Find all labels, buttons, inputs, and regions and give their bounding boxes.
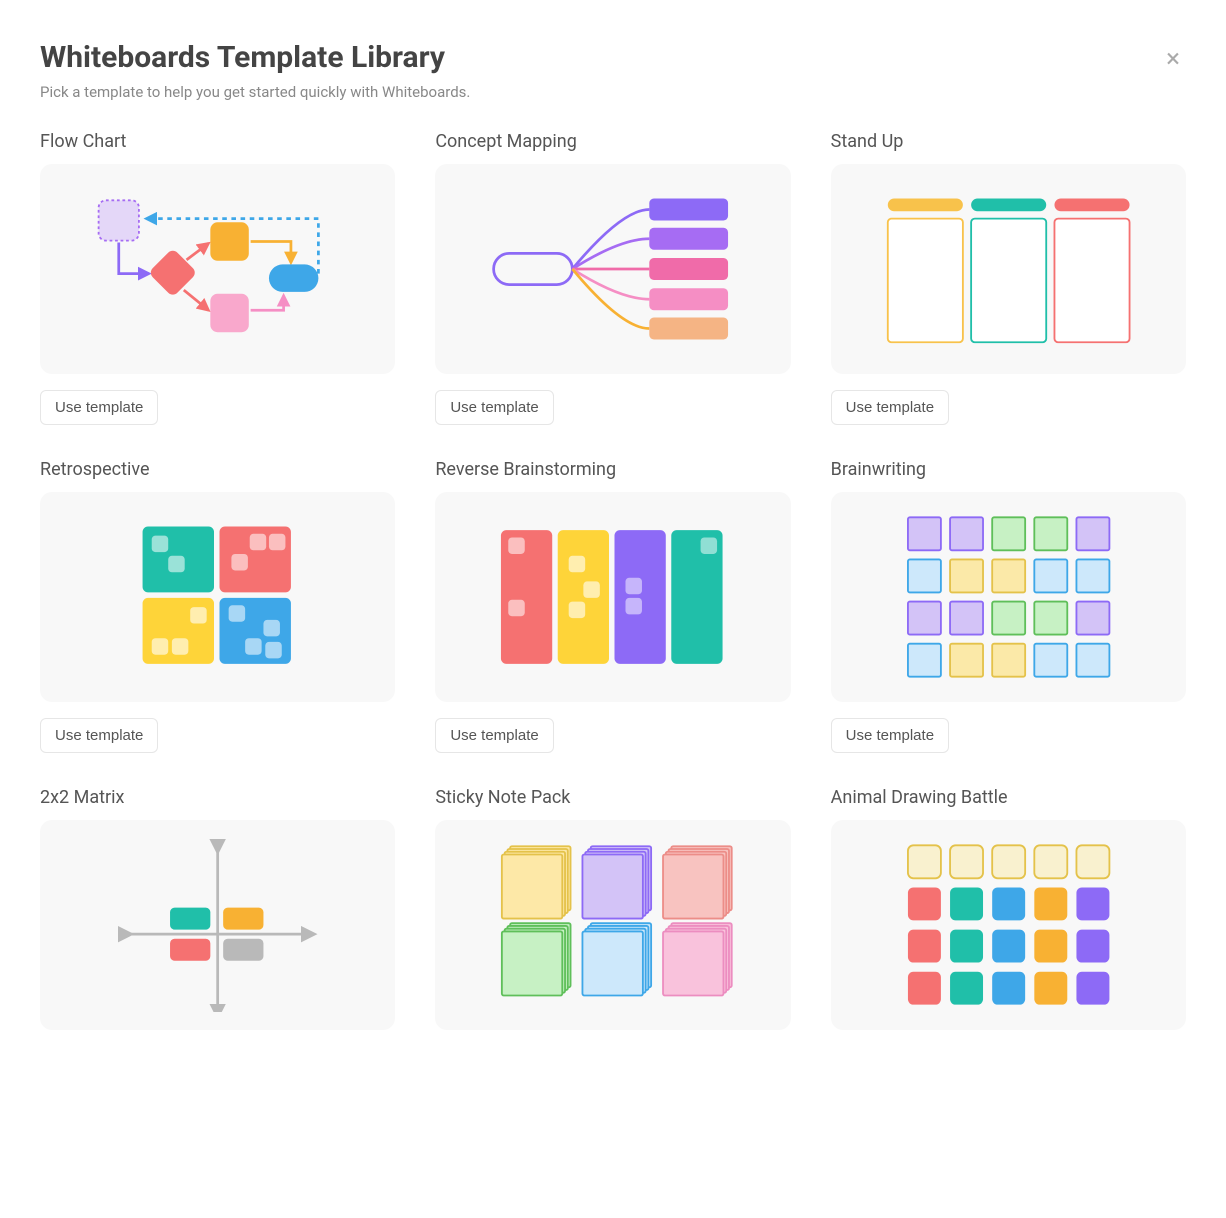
page-subtitle: Pick a template to help you get started …	[40, 83, 470, 101]
template-thumb-concept-mapping[interactable]	[435, 164, 790, 374]
use-template-button[interactable]: Use template	[435, 390, 553, 425]
close-icon[interactable]: ×	[1160, 40, 1186, 78]
template-thumb-2x2-matrix[interactable]	[40, 820, 395, 1030]
template-card-2x2-matrix: 2x2 Matrix	[40, 787, 395, 1030]
template-card-brainwriting: Brainwriting Use template	[831, 459, 1186, 753]
template-card-concept-mapping: Concept Mapping Use template	[435, 131, 790, 425]
template-card-sticky-note-pack: Sticky Note Pack	[435, 787, 790, 1030]
template-title: Concept Mapping	[435, 131, 790, 152]
use-template-button[interactable]: Use template	[40, 390, 158, 425]
template-thumb-brainwriting[interactable]	[831, 492, 1186, 702]
page-title: Whiteboards Template Library	[40, 40, 470, 75]
template-thumb-animal-drawing-battle[interactable]	[831, 820, 1186, 1030]
template-title: Brainwriting	[831, 459, 1186, 480]
template-card-reverse-brainstorming: Reverse Brainstorming	[435, 459, 790, 753]
template-title: Flow Chart	[40, 131, 395, 152]
template-thumb-sticky-note-pack[interactable]	[435, 820, 790, 1030]
template-card-flow-chart: Flow Chart	[40, 131, 395, 425]
template-card-retrospective: Retrospective	[40, 459, 395, 753]
template-title: Reverse Brainstorming	[435, 459, 790, 480]
template-title: Retrospective	[40, 459, 395, 480]
template-title: 2x2 Matrix	[40, 787, 395, 808]
template-title: Stand Up	[831, 131, 1186, 152]
template-thumb-flow-chart[interactable]	[40, 164, 395, 374]
template-title: Animal Drawing Battle	[831, 787, 1186, 808]
template-title: Sticky Note Pack	[435, 787, 790, 808]
use-template-button[interactable]: Use template	[40, 718, 158, 753]
use-template-button[interactable]: Use template	[435, 718, 553, 753]
template-card-stand-up: Stand Up Use template	[831, 131, 1186, 425]
template-thumb-retrospective[interactable]	[40, 492, 395, 702]
use-template-button[interactable]: Use template	[831, 718, 949, 753]
template-thumb-reverse-brainstorming[interactable]	[435, 492, 790, 702]
use-template-button[interactable]: Use template	[831, 390, 949, 425]
template-thumb-stand-up[interactable]	[831, 164, 1186, 374]
template-grid: Flow Chart	[40, 131, 1186, 1030]
template-card-animal-drawing-battle: Animal Drawing Battle	[831, 787, 1186, 1030]
